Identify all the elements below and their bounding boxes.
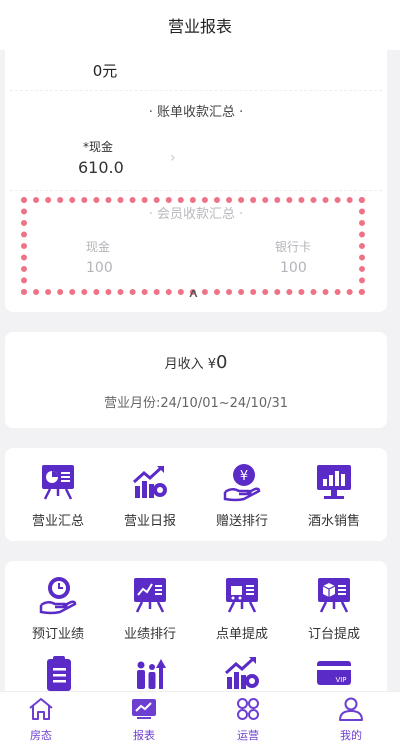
grid-item-label: 营业日报 [123,514,176,529]
report-icon [132,699,156,719]
bill-section-title: · 账单收款汇总 · [148,105,244,120]
highlight-box [21,197,365,295]
monthly-income: 月收入 ¥0 [5,352,387,373]
income-value: 0 [215,352,228,373]
grid-item-staff-ranking[interactable] [105,653,195,693]
tab-label: 运营 [237,729,259,742]
grid-item-performance-ranking[interactable]: 业绩排行 [105,575,195,642]
vip-card-icon: VIP [317,661,351,685]
presentation-chart-icon [42,465,74,500]
chevron-up-icon[interactable]: ∧ [187,286,199,300]
monitor-bar-icon [317,465,351,499]
tab-label: 报表 [133,729,155,742]
clipboard-icon [47,656,71,691]
grid-item-gift-ranking[interactable]: ¥ 赠送排行 [197,462,287,529]
tab-reports[interactable]: 报表 [94,694,194,743]
yen-hand-icon: ¥ [223,464,261,502]
apps-icon [237,698,259,720]
grid-item-label: 业绩排行 [123,627,176,642]
grid-item-label: 营业汇总 [31,514,84,529]
report-grid-1: 营业汇总 营业日报 ¥ 赠送排行 酒水销售 [5,448,387,541]
user-icon [339,697,363,721]
trend-board-icon [134,578,166,613]
cart-board-icon [226,578,258,613]
divider [10,90,382,91]
grid-item-business-summary[interactable]: 营业汇总 [13,462,103,529]
grid-item-label: 预订业绩 [31,627,84,642]
tab-mine[interactable]: 我的 [301,694,400,743]
grid-item-drinks-sales[interactable]: 酒水销售 [289,462,379,529]
top-bar: 营业报表 [0,0,400,50]
svg-text:VIP: VIP [335,676,346,684]
chart-gear-icon [224,656,259,689]
svg-text:¥: ¥ [240,469,248,484]
tab-room-status[interactable]: 房态 [0,694,91,743]
tab-label: 房态 [30,729,52,742]
tab-operations[interactable]: 运营 [198,694,298,743]
monthly-income-card: 月收入 ¥0 营业月份:24/10/01~24/10/31 [5,332,387,428]
cash-value: 610.0 [78,158,124,177]
tab-label: 我的 [340,729,362,742]
box-board-icon [318,578,350,613]
grid-item-label: 酒水销售 [307,514,360,529]
grid-item-table-commission[interactable]: 订台提成 [289,575,379,642]
grid-item-label: 点单提成 [215,627,268,642]
bottom-tab-bar: 房态 报表 运营 我的 [0,691,400,748]
grid-item-booking-performance[interactable]: 预订业绩 [13,575,103,642]
clock-hand-icon [39,577,77,615]
income-label: 月收入 ¥ [164,357,216,372]
grid-item-order-commission[interactable]: 点单提成 [197,575,287,642]
cash-label: *现金 [83,140,114,154]
divider [10,190,382,191]
grid-item-label: 赠送排行 [215,514,268,529]
home-icon [29,698,53,720]
month-range: 营业月份:24/10/01~24/10/31 [103,396,289,411]
chevron-right-icon[interactable]: › [170,150,176,166]
grid-item-vip[interactable]: VIP [289,653,379,693]
chart-gear-icon [132,465,167,498]
total-amount: 0元 [92,62,118,80]
grid-item-daily-report[interactable]: 营业日报 [105,462,195,529]
grid-item-label: 订台提成 [307,627,360,642]
summary-card: 0元 · 账单收款汇总 · *现金 610.0 › · 会员收款汇总 · 现金 … [5,50,387,312]
grid-item-clipboard[interactable] [13,653,103,693]
people-arrow-icon [137,659,166,689]
page-title: 营业报表 [167,17,232,36]
grid-item-chart[interactable] [197,653,287,693]
report-grid-2: 预订业绩 业绩排行 点单提成 订台提成 VIP [5,561,387,711]
